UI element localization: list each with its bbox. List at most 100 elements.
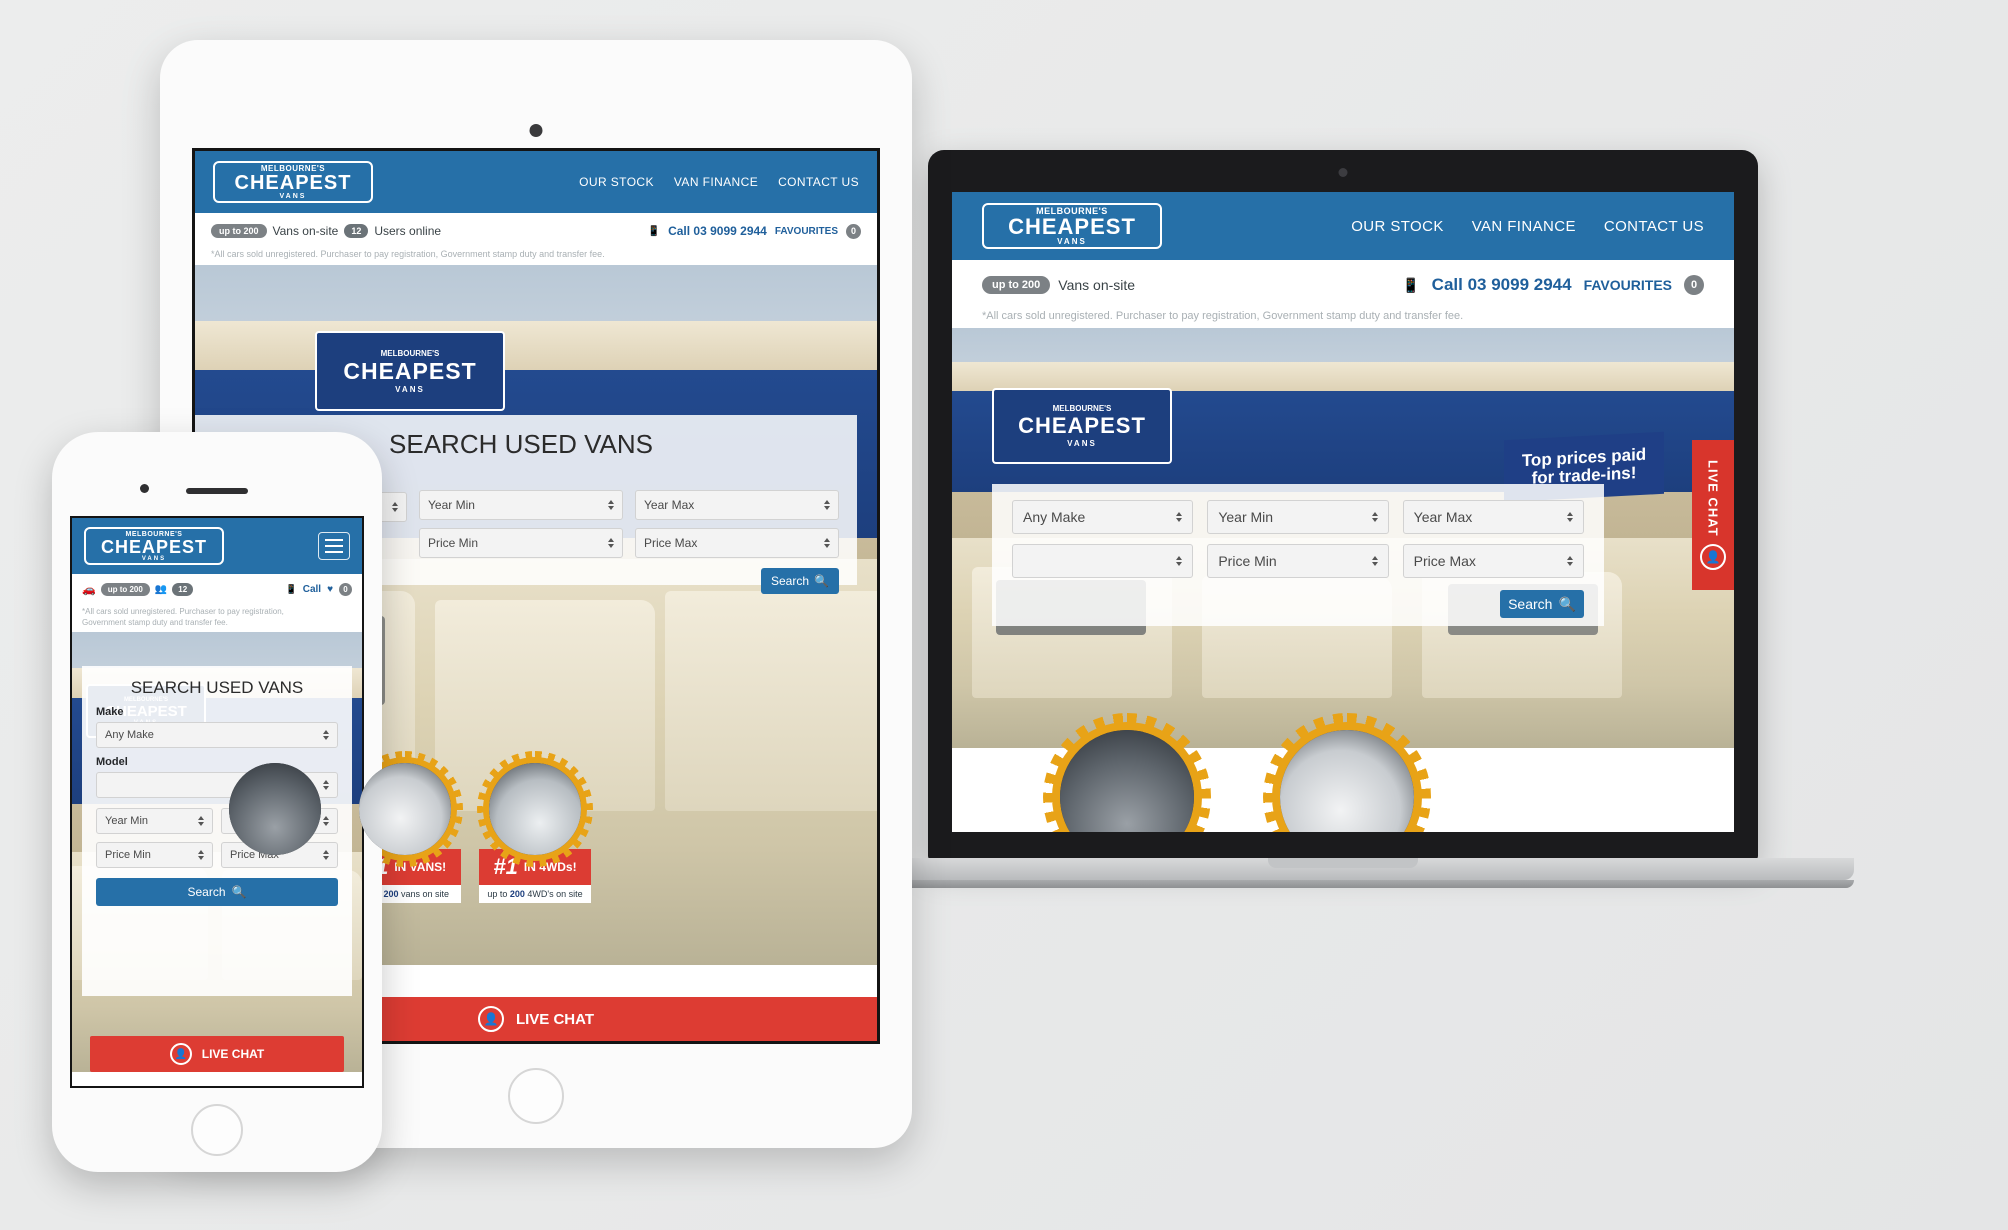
phone-link[interactable]: Call [303, 584, 321, 595]
phone-infobar: 🚗 up to 200 👥 12 📱 Call ♥ 0 [72, 574, 362, 604]
vehicle-photo [1060, 730, 1194, 832]
chevron-updown-icon [608, 538, 614, 548]
chevron-updown-icon [1371, 512, 1378, 522]
chevron-updown-icon [198, 816, 204, 827]
nav-item-contact-us[interactable]: CONTACT US [1604, 218, 1704, 235]
price-min-select[interactable]: Price Min [96, 842, 213, 869]
chevron-updown-icon [1371, 556, 1378, 566]
phone-disclaimer: *All cars sold unregistered. Purchaser t… [82, 607, 284, 628]
favourites-label[interactable]: FAVOURITES [1584, 277, 1672, 293]
phone-icon: 📱 [285, 583, 297, 594]
laptop-body: MELBOURNE'S CHEAPEST VANS OUR STOCK VAN … [928, 150, 1758, 860]
tablet-home-button[interactable] [508, 1068, 564, 1124]
laptop-search-panel: Any Make Year Min Price Min Year Max Pri… [992, 484, 1604, 626]
hero-building-sign: MELBOURNE'S CHEAPEST VANS [992, 388, 1172, 464]
search-icon: 🔍 [231, 885, 247, 900]
phone-speaker [186, 488, 248, 494]
chevron-updown-icon [323, 850, 329, 861]
make-select[interactable]: Any Make [1012, 500, 1194, 534]
vehicle-photo [489, 763, 581, 855]
laptop-camera-icon [1338, 168, 1348, 177]
chevron-updown-icon [392, 502, 398, 512]
laptop-live-chat-tab[interactable]: LIVE CHAT 👤 [1692, 440, 1734, 590]
favourites-count-badge: 0 [846, 223, 861, 239]
contact-info: 📱 Call ♥ 0 [285, 582, 352, 596]
year-max-select[interactable]: Year Max [1402, 500, 1584, 534]
heart-icon[interactable]: ♥ [327, 584, 333, 595]
phone-icon: 📱 [1402, 276, 1420, 293]
year-max-select[interactable]: Year Max [635, 490, 839, 520]
make-label: Make [96, 706, 124, 719]
laptop-infobar: up to 200 Vans on-site 📱 Call 03 9099 29… [952, 260, 1734, 310]
favourites-count-badge: 0 [1684, 275, 1704, 295]
search-panel-title: SEARCH USED VANS [130, 678, 304, 698]
model-select[interactable] [1012, 544, 1194, 578]
search-icon: 🔍 [1558, 595, 1576, 612]
contact-info: 📱 Call 03 9099 2944 FAVOURITES 0 [648, 223, 861, 239]
laptop-navbar: MELBOURNE'S CHEAPEST VANS OUR STOCK VAN … [952, 192, 1734, 260]
hero-roof [195, 321, 877, 370]
person-icon: 👤 [477, 1006, 504, 1032]
price-max-select[interactable]: Price Max [1402, 544, 1584, 578]
make-select[interactable]: Any Make [96, 722, 338, 749]
nav-item-contact-us[interactable]: CONTACT US [778, 175, 859, 189]
chevron-updown-icon [1176, 512, 1183, 522]
starburst-icon [1263, 713, 1431, 832]
chevron-updown-icon [323, 816, 329, 827]
nav-item-our-stock[interactable]: OUR STOCK [1351, 218, 1444, 235]
vehicle-photo [359, 763, 451, 855]
site-logo[interactable]: MELBOURNE'S CHEAPEST VANS [982, 203, 1162, 249]
year-min-select[interactable]: Year Min [419, 490, 623, 520]
badge-cars [1043, 713, 1211, 832]
favourites-label[interactable]: FAVOURITES [775, 226, 838, 237]
tablet-navbar: MELBOURNE'S CHEAPEST VANS OUR STOCK VAN … [195, 151, 877, 213]
phone-link[interactable]: Call 03 9099 2944 [1432, 275, 1572, 295]
stock-info: up to 200 Vans on-site [982, 276, 1135, 294]
stock-info: up to 200 Vans on-site 12 Users online [211, 224, 441, 238]
chevron-updown-icon [1176, 556, 1183, 566]
car-icon: 🚗 [82, 583, 96, 596]
person-icon: 👤 [1700, 544, 1726, 571]
users-label: Users online [374, 224, 442, 238]
tablet-infobar: up to 200 Vans on-site 12 Users online 📱… [195, 213, 877, 249]
favourites-count-badge: 0 [339, 582, 352, 596]
phone-camera-icon [140, 484, 149, 493]
phone-home-button[interactable] [191, 1104, 243, 1156]
price-min-select[interactable]: Price Min [1207, 544, 1389, 578]
chevron-updown-icon [1566, 512, 1573, 522]
phone-live-chat-bar[interactable]: 👤 LIVE CHAT [90, 1036, 344, 1072]
search-button[interactable]: Search 🔍 [96, 878, 338, 907]
chevron-updown-icon [198, 850, 204, 861]
vehicle-photo [1280, 730, 1414, 832]
search-button[interactable]: Search 🔍 [761, 568, 839, 594]
stock-count-pill: up to 200 [982, 276, 1051, 294]
laptop-screen: MELBOURNE'S CHEAPEST VANS OUR STOCK VAN … [952, 192, 1734, 832]
badge-count-text: up to 200 4WD's on site [479, 885, 591, 903]
phone-mockup: MELBOURNE'S CHEAPEST VANS 🚗 up to 200 👥 … [52, 432, 382, 1172]
hamburger-menu-icon[interactable] [318, 532, 350, 560]
chevron-updown-icon [1566, 556, 1573, 566]
price-max-select[interactable]: Price Max [635, 528, 839, 558]
hero-building-sign: MELBOURNE'S CHEAPEST VANS [315, 331, 505, 411]
nav-item-van-finance[interactable]: VAN FINANCE [1472, 218, 1576, 235]
nav-item-van-finance[interactable]: VAN FINANCE [674, 175, 758, 189]
stock-label: Vans on-site [1058, 277, 1136, 293]
tablet-nav-links: OUR STOCK VAN FINANCE CONTACT US [579, 175, 859, 189]
badge-4wds[interactable]: #1 IN 4WDs! up to 200 4WD's on site [476, 750, 594, 903]
price-min-select[interactable]: Price Min [419, 528, 623, 558]
chevron-updown-icon [824, 500, 830, 510]
nav-item-our-stock[interactable]: OUR STOCK [579, 175, 654, 189]
laptop-foot [832, 880, 1854, 888]
tablet-disclaimer: *All cars sold unregistered. Purchaser t… [211, 249, 605, 259]
users-count-pill: 12 [344, 224, 369, 238]
chevron-updown-icon [323, 780, 329, 791]
year-min-select[interactable]: Year Min [96, 808, 213, 835]
site-logo[interactable]: MELBOURNE'S CHEAPEST VANS [213, 161, 373, 203]
site-logo[interactable]: MELBOURNE'S CHEAPEST VANS [84, 527, 224, 565]
stock-label: Vans on-site [272, 224, 339, 238]
laptop-mockup: MELBOURNE'S CHEAPEST VANS OUR STOCK VAN … [832, 150, 1854, 910]
year-min-select[interactable]: Year Min [1207, 500, 1389, 534]
phone-link[interactable]: Call 03 9099 2944 [668, 224, 767, 238]
stock-count-pill: up to 200 [211, 224, 267, 238]
search-button[interactable]: Search 🔍 [1500, 590, 1584, 618]
